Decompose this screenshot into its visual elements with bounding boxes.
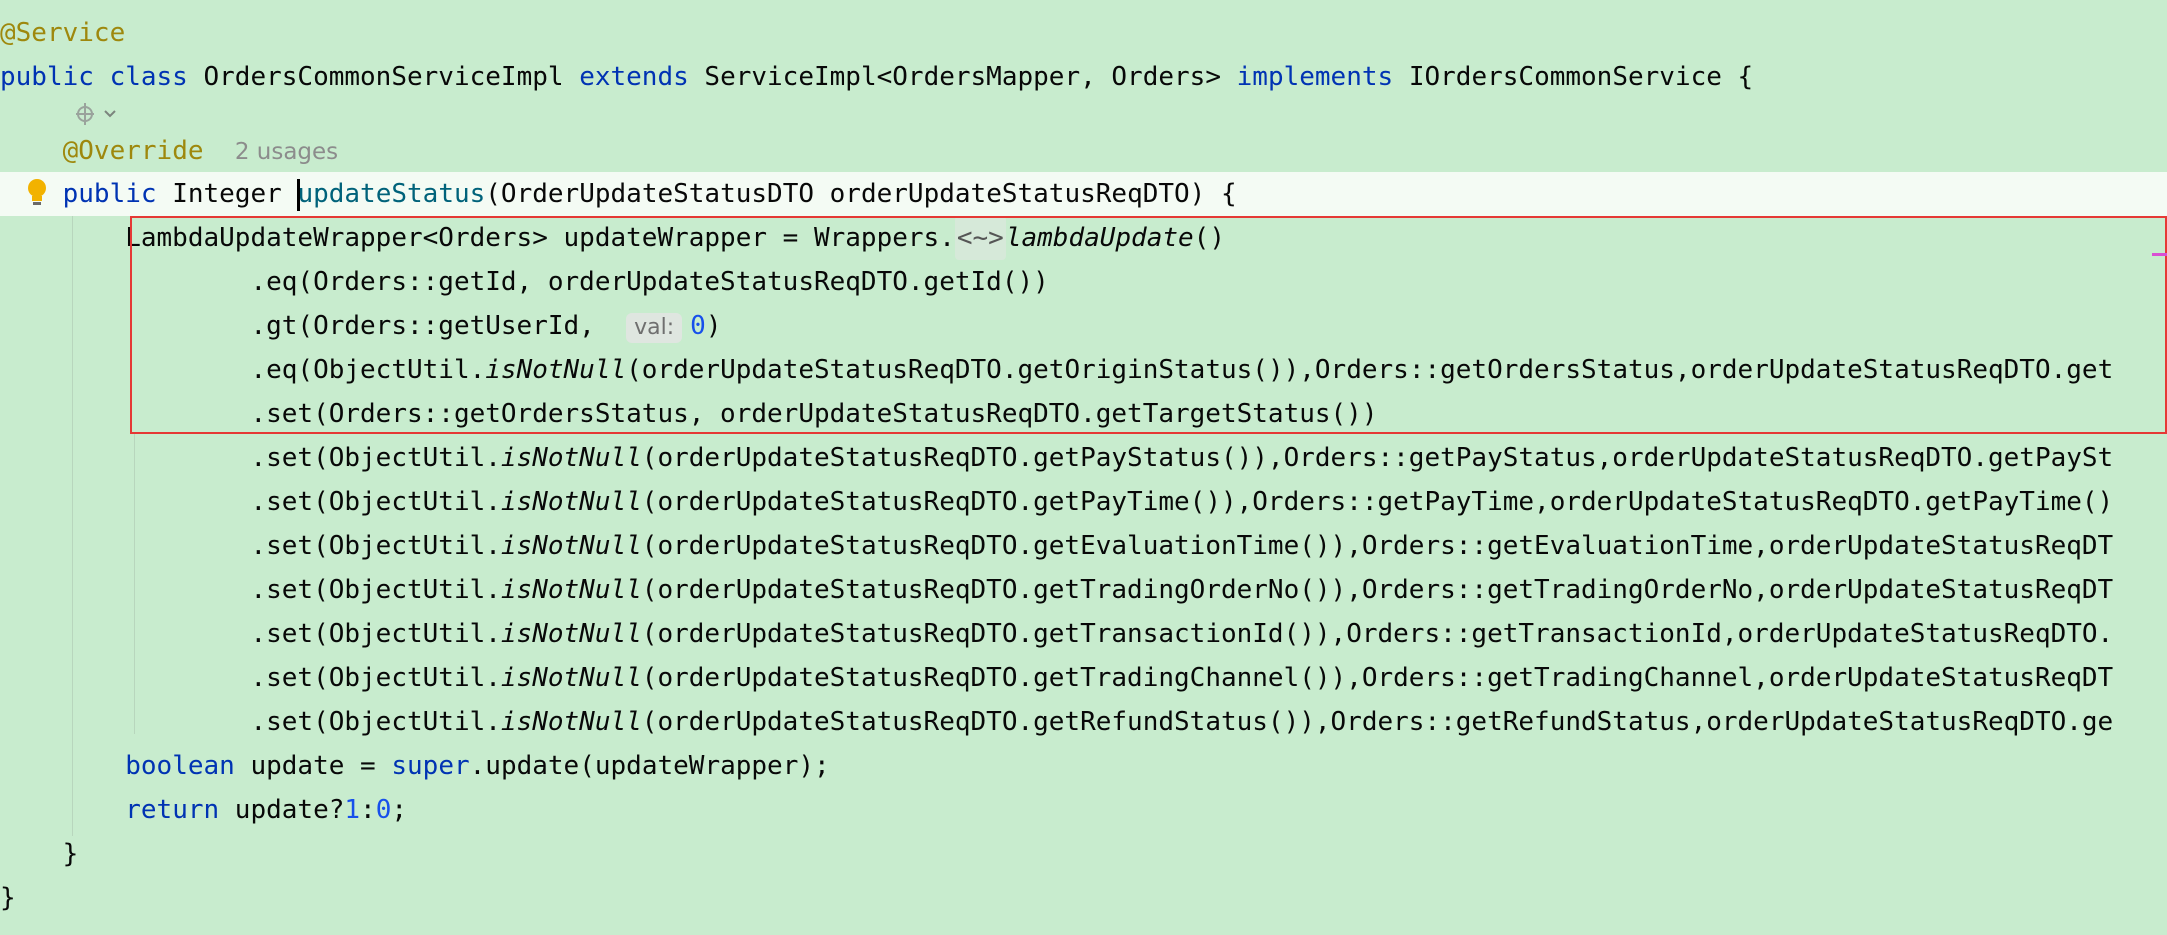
usages-hint[interactable]: 2 usages	[235, 139, 338, 165]
code-line-11: .set(ObjectUtil.isNotNull(orderUpdateSta…	[0, 436, 2167, 480]
code-token: public class	[0, 62, 188, 92]
code-token: .set(ObjectUtil.	[0, 707, 501, 737]
code-token: .update(updateWrapper);	[469, 751, 830, 781]
code-line-4: @Override 2 usages	[0, 129, 2167, 173]
ai-assistant-icon[interactable]	[73, 99, 123, 129]
scrollbar-marker[interactable]	[2152, 253, 2167, 256]
code-token: .set(ObjectUtil.	[0, 663, 501, 693]
code-token: ServiceImpl<OrdersMapper, Orders>	[688, 62, 1237, 92]
code-token: (orderUpdateStatusReqDTO.getPayTime()),O…	[641, 487, 2114, 517]
highlight-rectangle	[130, 216, 2167, 434]
code-line-20: }	[0, 832, 2167, 876]
code-token: .set(ObjectUtil.	[0, 531, 501, 561]
code-token: isNotNull	[500, 487, 642, 517]
code-token: public	[62, 179, 157, 209]
code-line-15: .set(ObjectUtil.isNotNull(orderUpdateSta…	[0, 612, 2167, 656]
code-token: isNotNull	[500, 619, 642, 649]
code-token: isNotNull	[500, 575, 642, 605]
code-line-13: .set(ObjectUtil.isNotNull(orderUpdateSta…	[0, 524, 2167, 568]
code-line-16: .set(ObjectUtil.isNotNull(orderUpdateSta…	[0, 656, 2167, 700]
code-line-14: .set(ObjectUtil.isNotNull(orderUpdateSta…	[0, 568, 2167, 612]
code-token: Integer	[156, 179, 298, 209]
code-token: super	[391, 751, 470, 781]
lightbulb-icon[interactable]	[26, 178, 48, 208]
code-token: (orderUpdateStatusReqDTO.getPayStatus())…	[641, 443, 2114, 473]
code-token: (orderUpdateStatusReqDTO.getTradingChann…	[641, 663, 2114, 693]
code-token: .set(ObjectUtil.	[0, 619, 501, 649]
code-token: .set(ObjectUtil.	[0, 487, 501, 517]
code-token: @Override	[62, 136, 204, 166]
code-token: .set(ObjectUtil.	[0, 575, 501, 605]
code-token: @Service	[0, 18, 126, 48]
code-line-2: public class OrdersCommonServiceImpl ext…	[0, 55, 2167, 99]
code-token: OrdersCommonServiceImpl	[187, 62, 580, 92]
code-line-5: public Integer updateStatus(OrderUpdateS…	[0, 172, 2167, 216]
code-token: isNotNull	[500, 443, 642, 473]
code-token: 0	[375, 795, 392, 825]
code-token: }	[0, 839, 79, 869]
code-editor[interactable]: @Service public class OrdersCommonServic…	[0, 0, 2167, 935]
code-token: boolean	[125, 751, 235, 781]
code-token: 1	[344, 795, 361, 825]
method-name[interactable]: pdateStatus	[313, 179, 485, 209]
code-token: IOrdersCommonService {	[1393, 62, 1754, 92]
method-name-start[interactable]: u	[297, 179, 313, 209]
code-token: (orderUpdateStatusReqDTO.getTradingOrder…	[641, 575, 2114, 605]
code-token: isNotNull	[500, 531, 642, 561]
code-line-21: }	[0, 876, 2167, 920]
code-line-18: boolean update = super.update(updateWrap…	[0, 744, 2167, 788]
code-token: :	[360, 795, 376, 825]
code-token: (orderUpdateStatusReqDTO.getTransactionI…	[641, 619, 2114, 649]
code-line-12: .set(ObjectUtil.isNotNull(orderUpdateSta…	[0, 480, 2167, 524]
code-token: ;	[391, 795, 408, 825]
code-line-17: .set(ObjectUtil.isNotNull(orderUpdateSta…	[0, 700, 2167, 744]
code-token: extends	[579, 62, 689, 92]
code-token: isNotNull	[500, 663, 642, 693]
code-line-1: @Service	[0, 11, 2167, 55]
code-token: implements	[1236, 62, 1394, 92]
code-token: update?	[219, 795, 345, 825]
code-line-19: return update?1:0;	[0, 788, 2167, 832]
code-token: }	[0, 883, 16, 913]
code-token: (orderUpdateStatusReqDTO.getRefundStatus…	[641, 707, 2114, 737]
code-token: isNotNull	[500, 707, 642, 737]
code-token: return	[125, 795, 220, 825]
code-token: update =	[234, 751, 392, 781]
code-token: (orderUpdateStatusReqDTO.getEvaluationTi…	[641, 531, 2114, 561]
code-token: .set(ObjectUtil.	[0, 443, 501, 473]
method-params: (OrderUpdateStatusDTO orderUpdateStatusR…	[485, 179, 1237, 209]
